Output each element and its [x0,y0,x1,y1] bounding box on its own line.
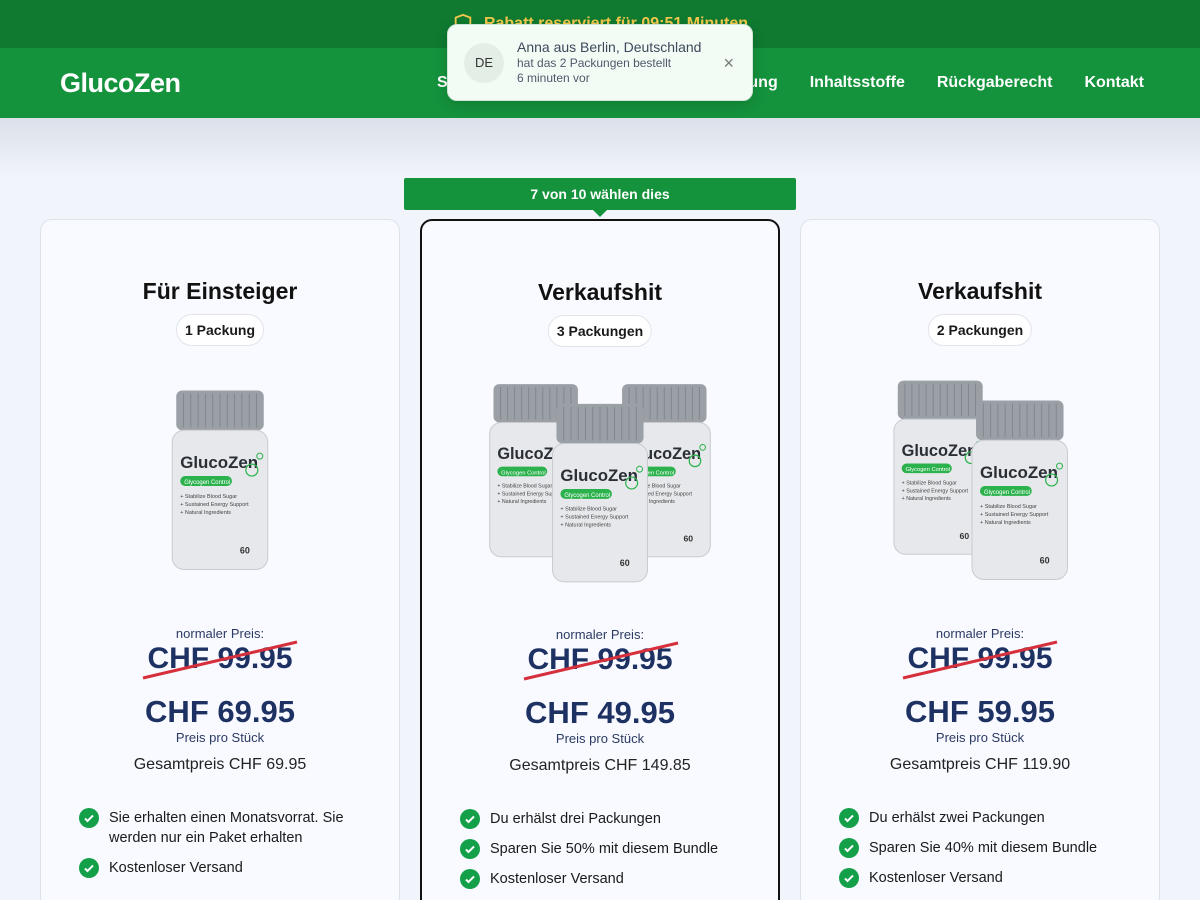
notification-title: Anna aus Berlin, Deutschland [517,38,702,55]
popular-badge: 7 von 10 wählen dies [404,178,796,217]
feature-item: Du erhälst zwei Packungen [839,808,1129,828]
feature-item: Sparen Sie 40% mit diesem Bundle [839,838,1129,858]
nav-item-inhaltsstoffe[interactable]: Inhaltsstoffe [810,74,905,92]
feature-list: Sie erhalten einen Monatsvorrat. Sie wer… [79,808,369,888]
svg-text:+ Sustained Energy Support: + Sustained Energy Support [180,502,249,508]
check-icon [460,809,480,829]
bottle: GlucoZenGlycogen Control+ Stabilize Bloo… [552,403,648,583]
purchase-notification: DE Anna aus Berlin, Deutschland hat das … [447,24,753,101]
feature-item: Sparen Sie 50% mit diesem Bundle [460,839,748,859]
svg-text:60: 60 [240,546,250,556]
svg-text:+ Stabilize Blood Sugar: + Stabilize Blood Sugar [180,494,237,500]
svg-text:60: 60 [620,558,630,568]
check-icon [839,868,859,888]
strikethrough-mark [142,640,298,680]
feature-item: Kostenloser Versand [839,868,1129,888]
pack-count-pill: 2 Packungen [927,314,1033,346]
total-price: Gesamtpreis CHF 69.95 [133,756,307,773]
product-bottle-image: GlucoZenGlycogen Control+ Stabilize Bloo… [893,380,1069,580]
svg-text:+ Sustained Energy Support: + Sustained Energy Support [902,488,969,494]
svg-text:+ Natural Ingredients: + Natural Ingredients [497,499,546,505]
svg-text:Glycogen Control: Glycogen Control [184,480,230,486]
strikethrough-mark [902,640,1058,680]
nav-item-rueckgaberecht[interactable]: Rückgaberecht [937,74,1053,92]
unit-price-label: Preis pro Stück [175,730,265,745]
regular-price-label: normaler Preis: [555,627,645,642]
check-icon [79,858,99,878]
close-icon[interactable]: × [723,53,734,74]
total-price: Gesamtpreis CHF 119.90 [889,756,1071,773]
regular-price-label: normaler Preis: [175,626,265,641]
plan-title: Verkaufshit [918,278,1042,304]
nav-item-kontakt[interactable]: Kontakt [1084,74,1144,92]
svg-text:+ Natural Ingredients: + Natural Ingredients [980,520,1031,526]
svg-text:+ Stabilize Blood Sugar: + Stabilize Blood Sugar [560,507,617,513]
notification-time: 6 minuten vor [517,71,590,86]
notification-message: hat das 2 Packungen bestellt [517,56,672,71]
svg-text:60: 60 [1040,556,1050,566]
feature-item: Kostenloser Versand [79,858,369,878]
svg-text:+ Natural Ingredients: + Natural Ingredients [180,510,231,516]
unit-price-label: Preis pro Stück [935,730,1025,745]
svg-text:Glycogen Control: Glycogen Control [564,493,610,499]
svg-text:+ Stabilize Blood Sugar: + Stabilize Blood Sugar [902,481,957,487]
check-icon [460,869,480,889]
total-price: Gesamtpreis CHF 149.85 [509,757,691,774]
check-icon [460,839,480,859]
plan-title: Verkaufshit [538,279,662,305]
svg-text:+ Natural Ingredients: + Natural Ingredients [560,523,611,529]
svg-text:Glycogen Control: Glycogen Control [905,467,950,473]
strikethrough-mark [523,641,679,681]
bottle: GlucoZenGlycogen Control+ Stabilize Bloo… [971,400,1069,580]
feature-item: Du erhälst drei Packungen [460,809,748,829]
svg-text:60: 60 [683,533,693,543]
svg-text:+ Sustained Energy Support: + Sustained Energy Support [980,512,1049,518]
svg-text:+ Stabilize Blood Sugar: + Stabilize Blood Sugar [497,484,552,490]
bottle: GlucoZenGlycogen Control+ Stabilize Bloo… [171,390,269,571]
product-bottle-image: GlucoZenGlycogen Control+ Stabilize Bloo… [171,390,269,571]
svg-text:+ Sustained Energy Support: + Sustained Energy Support [560,515,628,521]
feature-item: Sie erhalten einen Monatsvorrat. Sie wer… [79,808,369,848]
plan-card-2: Verkaufshit 3 Packungen GlucoZen Glycogen… [420,219,780,900]
feature-list: Du erhälst zwei Packungen Sparen Sie 40%… [839,808,1129,898]
check-icon [839,838,859,858]
product-bottle-image: GlucoZenGlycogen Control+ Stabilize Bloo… [489,384,711,583]
plan-title: Für Einsteiger [142,278,298,304]
svg-text:Glycogen Control: Glycogen Control [501,470,545,476]
unit-price: CHF 49.95 [525,695,675,730]
plan-card-3: Verkaufshit 2 Packungen GlucoZen Glycogen… [800,219,1160,900]
unit-price: CHF 59.95 [905,694,1055,729]
brand-logo[interactable]: GlucoZen [60,68,181,99]
header-shadow [0,118,1200,178]
svg-text:+ Stabilize Blood Sugar: + Stabilize Blood Sugar [980,504,1037,510]
nav-menu: Wirkung Inhaltsstoffe Rückgaberecht Kont… [714,74,1144,92]
country-avatar: DE [464,42,504,83]
unit-price-label: Preis pro Stück [555,731,645,746]
svg-text:60: 60 [960,531,970,541]
pack-count-pill: 3 Packungen [547,315,653,347]
feature-list: Du erhälst drei Packungen Sparen Sie 50%… [460,809,748,899]
feature-item: Kostenloser Versand [460,869,748,889]
pack-count-pill: 1 Packung [175,314,265,346]
svg-text:+ Natural Ingredients: + Natural Ingredients [902,496,952,502]
regular-price-label: normaler Preis: [935,626,1025,641]
plan-card-1: Für Einsteiger 1 Packung GlucoZen Glycoge… [40,219,400,900]
check-icon [839,808,859,828]
check-icon [79,808,99,828]
unit-price: CHF 69.95 [145,694,295,729]
svg-text:Glycogen Control: Glycogen Control [984,490,1030,496]
